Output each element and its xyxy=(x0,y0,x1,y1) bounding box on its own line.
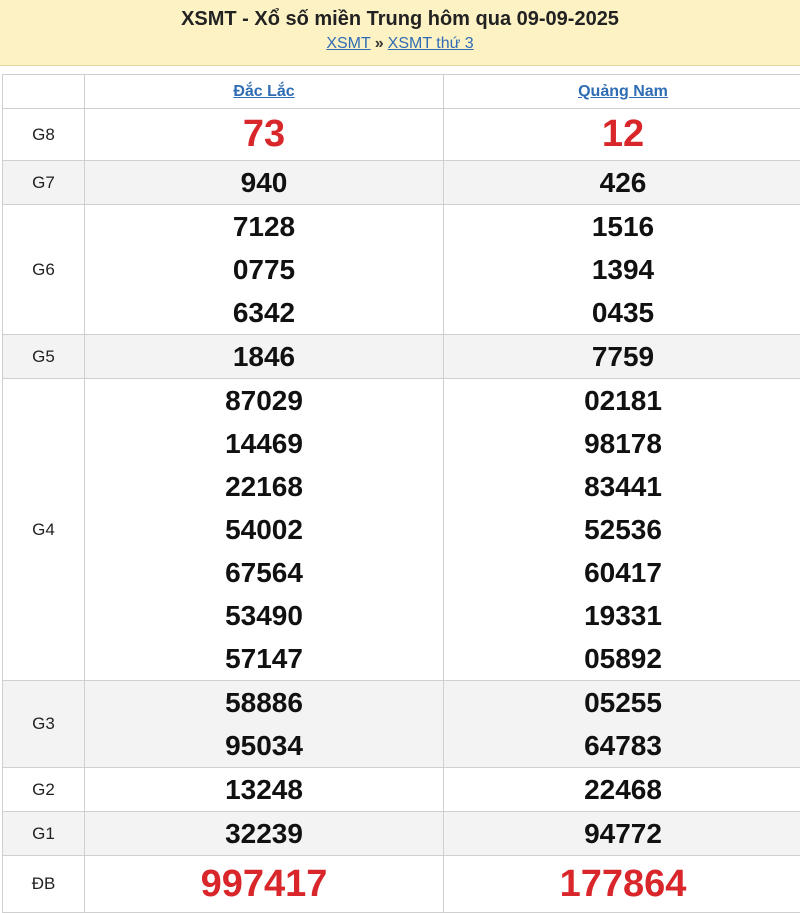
lottery-number: 54002 xyxy=(85,508,443,551)
lottery-number: 94772 xyxy=(444,812,800,855)
page-header: XSMT - Xổ số miền Trung hôm qua 09-09-20… xyxy=(0,0,800,66)
lottery-number: 57147 xyxy=(85,637,443,680)
breadcrumb: XSMT »XSMT thứ 3 xyxy=(0,33,800,55)
lottery-number: 52536 xyxy=(444,508,800,551)
lottery-number: 95034 xyxy=(85,724,443,767)
prize-cell-dac-lac: 940 xyxy=(85,161,444,205)
lottery-number: 22168 xyxy=(85,465,443,508)
province-header-dac-lac: Đắc Lắc xyxy=(85,75,444,109)
prize-cell-dac-lac: 1846 xyxy=(85,335,444,379)
prize-cell-quang-nam: 94772 xyxy=(444,812,800,856)
prize-row-g5: G518467759 xyxy=(3,335,800,379)
prize-cell-dac-lac: 32239 xyxy=(85,812,444,856)
prize-cell-quang-nam: 0525564783 xyxy=(444,681,800,768)
lottery-number: 98178 xyxy=(444,422,800,465)
prize-cell-dac-lac: 73 xyxy=(85,109,444,161)
lottery-number: 02181 xyxy=(444,379,800,422)
results-body: G87312G7940426G6712807756342151613940435… xyxy=(3,109,800,913)
lottery-number: 05892 xyxy=(444,637,800,680)
prize-label: G8 xyxy=(3,109,85,161)
prize-row-g8: G87312 xyxy=(3,109,800,161)
lottery-number: 64783 xyxy=(444,724,800,767)
prize-cell-dac-lac: 13248 xyxy=(85,768,444,812)
prize-row-g1: G13223994772 xyxy=(3,812,800,856)
prize-cell-dac-lac: 712807756342 xyxy=(85,205,444,335)
lottery-number: 6342 xyxy=(85,291,443,334)
lottery-number: 67564 xyxy=(85,551,443,594)
prize-cell-dac-lac: 87029144692216854002675645349057147 xyxy=(85,379,444,681)
breadcrumb-link-xsmt[interactable]: XSMT xyxy=(326,35,370,52)
prize-cell-dac-lac: 997417 xyxy=(85,856,444,913)
province-header-row: Đắc Lắc Quảng Nam xyxy=(3,75,800,109)
prize-cell-dac-lac: 5888695034 xyxy=(85,681,444,768)
lottery-number: 58886 xyxy=(85,681,443,724)
lottery-number: 83441 xyxy=(444,465,800,508)
lottery-number: 426 xyxy=(444,161,800,204)
prize-label: G2 xyxy=(3,768,85,812)
lottery-number: 19331 xyxy=(444,594,800,637)
province-link-dac-lac[interactable]: Đắc Lắc xyxy=(233,83,294,100)
prize-cell-quang-nam: 7759 xyxy=(444,335,800,379)
lottery-number: 0775 xyxy=(85,248,443,291)
lottery-number: 60417 xyxy=(444,551,800,594)
prize-label: G6 xyxy=(3,205,85,335)
prize-label: G1 xyxy=(3,812,85,856)
lottery-number: 32239 xyxy=(85,812,443,855)
corner-cell xyxy=(3,75,85,109)
lottery-number: 997417 xyxy=(85,856,443,912)
prize-row-g3: G358886950340525564783 xyxy=(3,681,800,768)
lottery-number: 7759 xyxy=(444,335,800,378)
page-title: XSMT - Xổ số miền Trung hôm qua 09-09-20… xyxy=(0,6,800,32)
province-header-quang-nam: Quảng Nam xyxy=(444,75,800,109)
prize-row-g6: G6712807756342151613940435 xyxy=(3,205,800,335)
prize-label: G3 xyxy=(3,681,85,768)
prize-cell-quang-nam: 22468 xyxy=(444,768,800,812)
prize-label: G4 xyxy=(3,379,85,681)
lottery-number: 73 xyxy=(85,109,443,160)
prize-cell-quang-nam: 02181981788344152536604171933105892 xyxy=(444,379,800,681)
prize-row-đb: ĐB997417177864 xyxy=(3,856,800,913)
lottery-number: 14469 xyxy=(85,422,443,465)
prize-row-g4: G487029144692216854002675645349057147021… xyxy=(3,379,800,681)
lottery-number: 7128 xyxy=(85,205,443,248)
prize-label: ĐB xyxy=(3,856,85,913)
lottery-number: 22468 xyxy=(444,768,800,811)
lottery-number: 940 xyxy=(85,161,443,204)
prize-row-g7: G7940426 xyxy=(3,161,800,205)
lottery-number: 05255 xyxy=(444,681,800,724)
prize-label: G5 xyxy=(3,335,85,379)
lottery-number: 1846 xyxy=(85,335,443,378)
lottery-number: 53490 xyxy=(85,594,443,637)
lottery-number: 1394 xyxy=(444,248,800,291)
prize-cell-quang-nam: 177864 xyxy=(444,856,800,913)
prize-label: G7 xyxy=(3,161,85,205)
lottery-number: 12 xyxy=(444,109,800,160)
lottery-number: 1516 xyxy=(444,205,800,248)
lottery-number: 13248 xyxy=(85,768,443,811)
prize-cell-quang-nam: 426 xyxy=(444,161,800,205)
lottery-number: 0435 xyxy=(444,291,800,334)
results-table: Đắc Lắc Quảng Nam G87312G7940426G6712807… xyxy=(2,74,800,913)
breadcrumb-separator: » xyxy=(375,35,384,52)
province-link-quang-nam[interactable]: Quảng Nam xyxy=(578,83,668,100)
prize-cell-quang-nam: 151613940435 xyxy=(444,205,800,335)
lottery-number: 87029 xyxy=(85,379,443,422)
prize-row-g2: G21324822468 xyxy=(3,768,800,812)
lottery-number: 177864 xyxy=(444,856,800,912)
breadcrumb-link-xsmt-thu-3[interactable]: XSMT thứ 3 xyxy=(388,35,474,52)
prize-cell-quang-nam: 12 xyxy=(444,109,800,161)
